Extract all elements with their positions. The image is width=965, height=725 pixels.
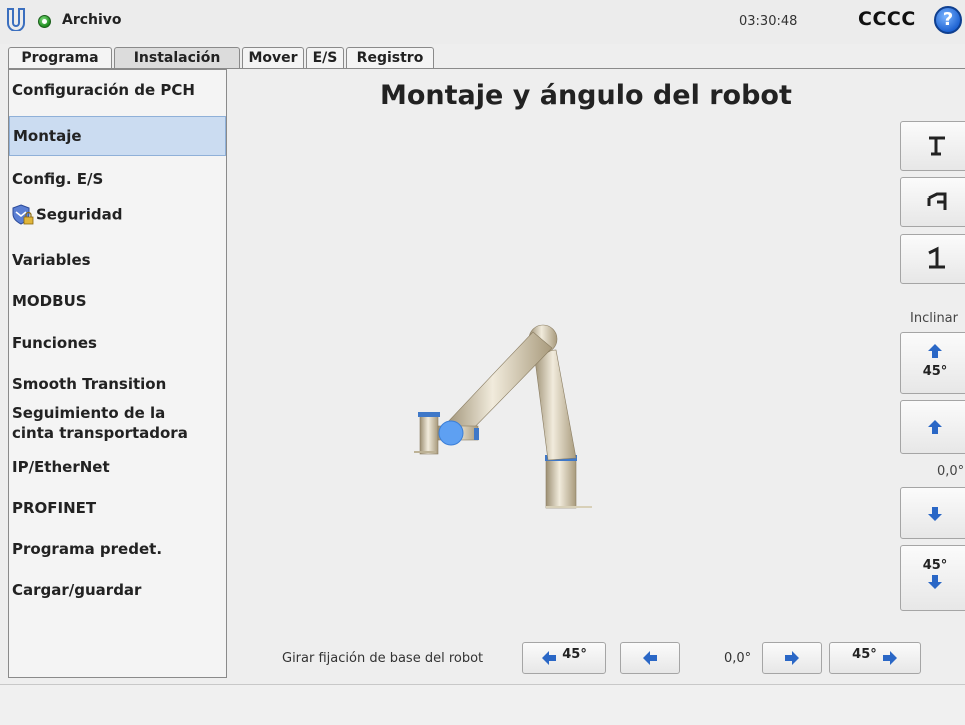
robot-pose-top-icon <box>929 136 945 156</box>
view-side-button[interactable] <box>900 177 965 227</box>
arrow-right-icon <box>785 651 799 665</box>
sidebar-item-label: Cargar/guardar <box>12 581 142 599</box>
arrow-left-icon <box>643 651 657 665</box>
sidebar-item-label: Funciones <box>12 334 97 352</box>
footer-bar <box>0 684 965 725</box>
sidebar-item-label: IP/EtherNet <box>12 458 110 476</box>
tilt-label: Inclinar <box>910 311 958 326</box>
rotate-value: 0,0° <box>724 651 752 666</box>
sidebar-item-default-program[interactable]: Programa predet. <box>9 540 226 570</box>
sidebar-item-load-save[interactable]: Cargar/guardar <box>9 581 226 611</box>
sidebar-item-profinet[interactable]: PROFINET <box>9 499 226 529</box>
sidebar-item-variables[interactable]: Variables <box>9 251 226 281</box>
view-front-button[interactable] <box>900 234 965 284</box>
robot-pose-upright-icon <box>928 246 945 269</box>
robot-name: CCCC <box>858 8 916 30</box>
rotate-left-45-button[interactable]: 45° <box>522 642 606 674</box>
help-icon[interactable]: ? <box>934 6 962 34</box>
rotate-base-label: Girar fijación de base del robot <box>282 651 484 666</box>
rotate-right-button[interactable] <box>762 642 822 674</box>
sidebar-item-label: Seguimiento de la <box>12 404 166 422</box>
installation-sidebar: Configuración de PCH Montaje Config. E/S… <box>8 69 227 678</box>
tilt-value: 0,0° <box>937 464 965 479</box>
status-indicator-icon <box>38 15 51 28</box>
sidebar-item-pch-config[interactable]: Configuración de PCH <box>9 81 226 111</box>
rotate-left-step-label: 45° <box>562 647 587 662</box>
arrow-up-icon <box>928 420 942 434</box>
sidebar-item-montaje[interactable]: Montaje <box>9 116 226 156</box>
tab-registro[interactable]: Registro <box>346 47 434 69</box>
sidebar-item-label: Config. E/S <box>12 170 104 188</box>
page-title: Montaje y ángulo del robot <box>380 80 792 111</box>
tilt-down-button[interactable] <box>900 487 965 539</box>
arrow-right-icon <box>882 651 897 665</box>
sidebar-item-label: Programa predet. <box>12 540 163 558</box>
sidebar-item-label: Variables <box>12 251 91 269</box>
rotate-right-45-button[interactable]: 45° <box>829 642 921 674</box>
tab-instalacion[interactable]: Instalación <box>114 47 240 69</box>
shield-lock-icon <box>12 204 34 225</box>
sidebar-item-label-line2: cinta transportadora <box>12 424 188 442</box>
sidebar-item-label: Seguridad <box>36 205 123 224</box>
tilt-up-45-button[interactable]: 45° <box>900 332 965 394</box>
sidebar-item-config-es[interactable]: Config. E/S <box>9 170 226 200</box>
ur-logo-icon <box>7 8 25 31</box>
tilt-down-45-button[interactable]: 45° <box>900 545 965 611</box>
rotate-left-button[interactable] <box>620 642 680 674</box>
arrow-left-icon <box>542 651 557 665</box>
sidebar-item-ip-ethernet[interactable]: IP/EtherNet <box>9 458 226 488</box>
sidebar-item-label: PROFINET <box>12 499 97 517</box>
sidebar-item-smooth-transition[interactable]: Smooth Transition <box>9 375 226 405</box>
tilt-down-step-label: 45° <box>922 558 948 573</box>
tilt-up-button[interactable] <box>900 400 965 454</box>
sidebar-item-conveyor-tracking[interactable]: Seguimiento de la cinta transportadora <box>9 403 226 445</box>
view-top-button[interactable] <box>900 121 965 171</box>
sidebar-item-funciones[interactable]: Funciones <box>9 334 226 364</box>
clock: 03:30:48 <box>739 14 798 29</box>
sidebar-item-label: MODBUS <box>12 292 87 310</box>
arrow-up-icon <box>928 344 942 358</box>
tab-mover[interactable]: Mover <box>242 47 304 69</box>
robot-3d-view[interactable] <box>400 310 620 525</box>
arrow-down-icon <box>928 575 942 589</box>
sidebar-item-modbus[interactable]: MODBUS <box>9 292 226 322</box>
arrow-down-icon <box>928 507 942 521</box>
sidebar-item-label: Configuración de PCH <box>12 81 195 99</box>
sidebar-item-seguridad[interactable]: Seguridad <box>9 204 226 236</box>
rotate-right-step-label: 45° <box>852 647 877 662</box>
sidebar-item-label: Montaje <box>13 127 82 145</box>
file-title[interactable]: Archivo <box>62 12 122 28</box>
tab-programa[interactable]: Programa <box>8 47 112 69</box>
top-bar: Archivo 03:30:48 CCCC ? <box>0 0 965 44</box>
robot-pose-side-icon <box>927 192 947 210</box>
tab-es[interactable]: E/S <box>306 47 344 69</box>
tilt-up-step-label: 45° <box>922 364 948 379</box>
sidebar-item-label: Smooth Transition <box>12 375 167 393</box>
